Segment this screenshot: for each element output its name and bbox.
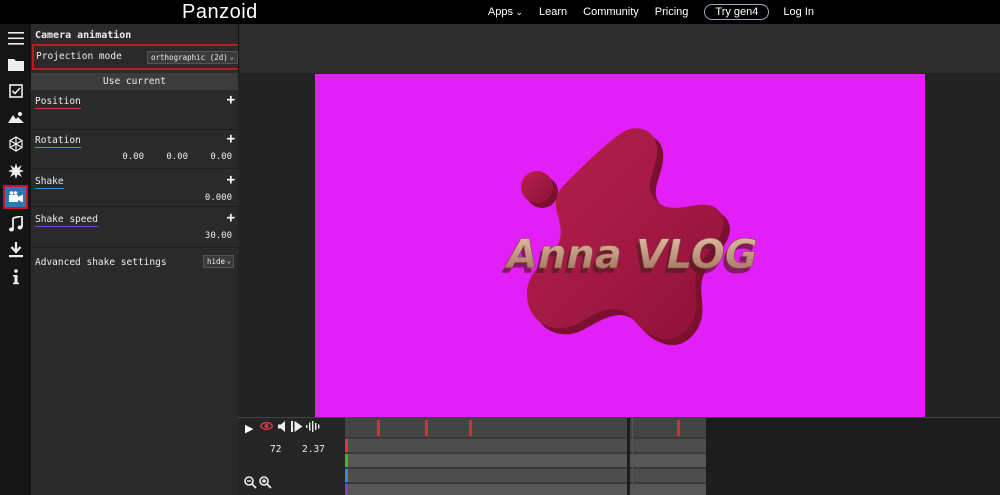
rotation-section: Rotation + 0.00 0.00 0.00	[31, 131, 238, 169]
checkbox-icon[interactable]	[3, 79, 28, 103]
projection-mode-value: orthographic (2d)	[151, 53, 228, 62]
camera-icon[interactable]	[3, 185, 28, 209]
play-icon[interactable]: ▶	[245, 422, 253, 435]
download-icon[interactable]	[3, 238, 28, 262]
timeline: ▶ 72 2.37	[238, 417, 1000, 495]
position-label: Position	[35, 96, 81, 109]
rotation-track[interactable]	[345, 454, 706, 467]
frame-number[interactable]: 72	[270, 444, 281, 455]
shake-label: Shake	[35, 176, 64, 189]
folder-icon[interactable]	[3, 52, 28, 76]
keyframe-marker[interactable]	[377, 420, 380, 436]
tool-sidebar	[0, 24, 31, 495]
timeline-controls: ▶ 72 2.37	[238, 418, 345, 495]
step-forward-icon[interactable]	[291, 421, 303, 435]
shake-speed-section: Shake speed + 30.00	[31, 210, 238, 248]
volume-icon[interactable]	[278, 421, 288, 435]
camera-animation-panel: Camera animation Projection mode orthogr…	[31, 24, 246, 495]
workspace: Anna VLOG Anna VLOG	[238, 24, 1000, 417]
advanced-shake-value: hide	[207, 257, 226, 266]
add-shake-speed-keyframe-icon[interactable]: +	[227, 210, 235, 226]
keyframe-track-ruler[interactable]	[345, 418, 706, 437]
waveform-icon[interactable]	[306, 421, 320, 435]
shake-speed-values: 30.00	[188, 231, 232, 241]
panel-title: Camera animation	[35, 30, 132, 41]
advanced-shake-row: Advanced shake settings hide ⌄	[31, 251, 238, 271]
nav-community[interactable]: Community	[583, 6, 639, 18]
burst-icon[interactable]	[3, 159, 28, 183]
nav-learn[interactable]: Learn	[539, 6, 567, 18]
splat-logo-artwork: Anna VLOG Anna VLOG	[501, 128, 758, 346]
music-icon[interactable]	[3, 212, 28, 236]
keyframe-marker[interactable]	[425, 420, 428, 436]
shake-speed-track[interactable]	[345, 484, 706, 495]
keyframe-marker[interactable]	[677, 420, 680, 436]
chevron-down-icon: ⌄	[226, 257, 231, 265]
projection-mode-row: Projection mode orthographic (2d) ⌄	[32, 44, 246, 70]
rotation-z-value[interactable]: 0.00	[188, 152, 232, 162]
projection-mode-label: Projection mode	[36, 51, 122, 62]
add-rotation-keyframe-icon[interactable]: +	[227, 131, 235, 147]
login-link[interactable]: Log In	[783, 6, 814, 18]
advanced-shake-select[interactable]: hide ⌄	[203, 255, 234, 268]
panzoid-logo[interactable]: Panzoid	[182, 0, 258, 24]
menu-icon[interactable]	[3, 26, 28, 50]
workspace-toolbar	[238, 24, 1000, 73]
zoom-in-icon[interactable]	[259, 476, 272, 492]
top-nav: Panzoid Apps Learn Community Pricing Try…	[0, 0, 1000, 24]
add-position-keyframe-icon[interactable]: +	[227, 92, 235, 108]
preview-title-text: Anna VLOG	[504, 232, 758, 278]
position-section: Position +	[31, 92, 238, 130]
rotation-x-value[interactable]: 0.00	[100, 152, 144, 162]
projection-mode-select[interactable]: orthographic (2d) ⌄	[147, 51, 238, 64]
position-track[interactable]	[345, 439, 706, 452]
zoom-out-icon[interactable]	[244, 476, 257, 492]
nav-pricing[interactable]: Pricing	[655, 6, 689, 18]
shake-section: Shake + 0.000	[31, 172, 238, 207]
nav-apps[interactable]: Apps	[488, 6, 523, 18]
eye-icon[interactable]	[259, 421, 274, 434]
timeline-tracks[interactable]	[345, 418, 706, 495]
rotation-label: Rotation	[35, 135, 81, 148]
shake-track[interactable]	[345, 469, 706, 482]
advanced-shake-label: Advanced shake settings	[35, 257, 167, 268]
shake-speed-label: Shake speed	[35, 214, 98, 227]
shake-speed-value[interactable]: 30.00	[188, 231, 232, 241]
timeline-segment-divider	[627, 418, 630, 495]
use-current-button[interactable]: Use current	[31, 73, 238, 90]
rotation-values: 0.00 0.00 0.00	[100, 152, 232, 162]
preview-canvas[interactable]: Anna VLOG Anna VLOG	[315, 74, 925, 417]
cube-icon[interactable]	[3, 132, 28, 156]
info-icon[interactable]	[3, 265, 28, 289]
shake-value[interactable]: 0.000	[188, 193, 232, 203]
add-shake-keyframe-icon[interactable]: +	[227, 172, 235, 188]
shake-values: 0.000	[188, 193, 232, 203]
time-seconds[interactable]: 2.37	[302, 444, 325, 455]
timeline-segment-divider	[632, 418, 633, 495]
rotation-y-value[interactable]: 0.00	[144, 152, 188, 162]
image-icon[interactable]	[3, 105, 28, 129]
chevron-down-icon: ⌄	[229, 53, 234, 61]
nav-links: Apps Learn Community Pricing Try gen4 Lo…	[480, 0, 1000, 24]
try-gen4-button[interactable]: Try gen4	[704, 4, 770, 20]
keyframe-marker[interactable]	[469, 420, 472, 436]
